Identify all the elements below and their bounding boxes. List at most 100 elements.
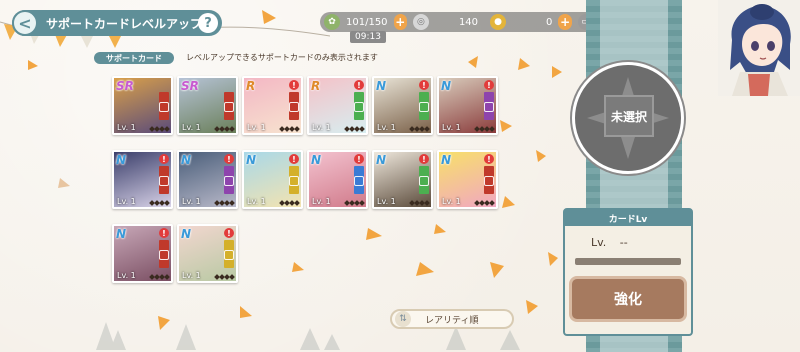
stamina-icon: ✿ (324, 14, 340, 30)
sort-label: レアリティ順 (425, 315, 479, 326)
support-card[interactable]: N! Lv. 1 (242, 150, 303, 209)
card-type-icon (159, 240, 169, 268)
alert-icon: ! (289, 154, 299, 164)
card-level: Lv. 1 (117, 123, 136, 132)
stamina-timer: 09:13 (350, 31, 386, 43)
currency-b-value: 0 (546, 16, 553, 28)
card-level: Lv. 1 (247, 197, 266, 206)
rank-diamonds (214, 200, 235, 206)
alert-icon: ! (224, 154, 234, 164)
rank-diamonds (344, 200, 365, 206)
card-rarity: N (441, 153, 452, 167)
support-card[interactable]: N! Lv. 1 (372, 150, 433, 209)
card-rarity: SR (116, 79, 134, 93)
silver-coin-icon: ◎ (412, 14, 429, 30)
section-label: サポートカード (94, 52, 174, 64)
card-rarity: N (311, 153, 322, 167)
rank-diamonds (279, 200, 300, 206)
currency-b-display: ● 0 (490, 12, 552, 32)
rank-diamonds (279, 126, 300, 132)
gold-coin-icon: ● (490, 14, 507, 30)
card-level: Lv. 1 (117, 197, 136, 206)
card-rarity: N (116, 227, 127, 241)
alert-icon: ! (289, 80, 299, 90)
support-card[interactable]: N! Lv. 1 (437, 150, 498, 209)
support-card[interactable]: SR Lv. 1 (177, 76, 238, 135)
card-type-icon (289, 166, 299, 194)
question-icon: ? (204, 15, 212, 31)
card-type-icon (354, 166, 364, 194)
card-type-icon (159, 92, 169, 120)
alert-icon: ! (159, 228, 169, 238)
exp-bar (575, 258, 681, 265)
support-card[interactable]: N! Lv. 1 (307, 150, 368, 209)
rank-diamonds (409, 126, 430, 132)
card-rarity: N (181, 153, 192, 167)
card-level: Lv. 1 (377, 123, 396, 132)
stamina-display: ✿ 101/150 (324, 12, 388, 32)
stamina-value: 101/150 (346, 16, 388, 28)
rank-diamonds (149, 274, 170, 280)
support-card[interactable]: N! Lv. 1 (437, 76, 498, 135)
card-type-icon (484, 92, 494, 120)
card-type-icon (224, 240, 234, 268)
rank-diamonds (214, 126, 235, 132)
section-description: レベルアップできるサポートカードのみ表示されます (186, 53, 378, 62)
alert-icon: ! (419, 154, 429, 164)
card-rarity: N (376, 153, 387, 167)
level-value: -- (619, 236, 628, 249)
currency-a-display: ◎ 140 (412, 12, 479, 32)
card-level: Lv. 1 (182, 123, 201, 132)
rank-diamonds (474, 126, 495, 132)
card-type-icon (484, 166, 494, 194)
currency-a-value: 140 (458, 16, 479, 28)
card-type-icon (289, 92, 299, 120)
level-prefix: Lv. (591, 236, 607, 249)
level-display: Lv. -- (591, 236, 628, 249)
support-card[interactable]: R! Lv. 1 (307, 76, 368, 135)
alert-icon: ! (484, 154, 494, 164)
rank-diamonds (474, 200, 495, 206)
card-rarity: N (116, 153, 127, 167)
upgrade-label: 強化 (614, 292, 642, 308)
support-card[interactable]: N! Lv. 1 (112, 224, 173, 283)
level-panel-header: カードLv (565, 210, 691, 226)
card-rarity: N (181, 227, 192, 241)
card-type-icon (419, 92, 429, 120)
card-level: Lv. 1 (442, 197, 461, 206)
card-rarity: N (441, 79, 452, 93)
support-card[interactable]: N! Lv. 1 (112, 150, 173, 209)
slot-status: 未選択 (604, 95, 654, 137)
card-rarity: SR (181, 79, 199, 93)
level-panel: カードLv Lv. -- 強化 (563, 208, 693, 336)
title-bar: < サポートカードレベルアップ ? (12, 10, 222, 36)
add-stamina-button[interactable]: + (393, 14, 407, 30)
rank-diamonds (214, 274, 235, 280)
alert-icon: ! (354, 154, 364, 164)
rank-diamonds (344, 126, 365, 132)
support-card[interactable]: N! Lv. 1 (177, 224, 238, 283)
sort-button[interactable]: ⇅ レアリティ順 (390, 309, 514, 329)
character-portrait (718, 0, 800, 96)
card-type-icon (419, 166, 429, 194)
card-level: Lv. 1 (247, 123, 266, 132)
add-currency-button[interactable]: + (558, 14, 572, 30)
support-card[interactable]: N! Lv. 1 (372, 76, 433, 135)
back-button[interactable]: < (12, 10, 38, 36)
alert-icon: ! (419, 80, 429, 90)
card-level: Lv. 1 (182, 271, 201, 280)
card-rarity: N (376, 79, 387, 93)
support-card[interactable]: R! Lv. 1 (242, 76, 303, 135)
upgrade-button[interactable]: 強化 (569, 276, 687, 322)
page-title: サポートカードレベルアップ (46, 16, 203, 31)
alert-icon: ! (484, 80, 494, 90)
card-level: Lv. 1 (312, 197, 331, 206)
card-level: Lv. 1 (182, 197, 201, 206)
help-button[interactable]: ? (198, 13, 218, 33)
support-card[interactable]: SR Lv. 1 (112, 76, 173, 135)
sort-icon: ⇅ (395, 311, 411, 327)
alert-icon: ! (224, 228, 234, 238)
card-type-icon (159, 166, 169, 194)
support-card[interactable]: N! Lv. 1 (177, 150, 238, 209)
rank-diamonds (149, 126, 170, 132)
